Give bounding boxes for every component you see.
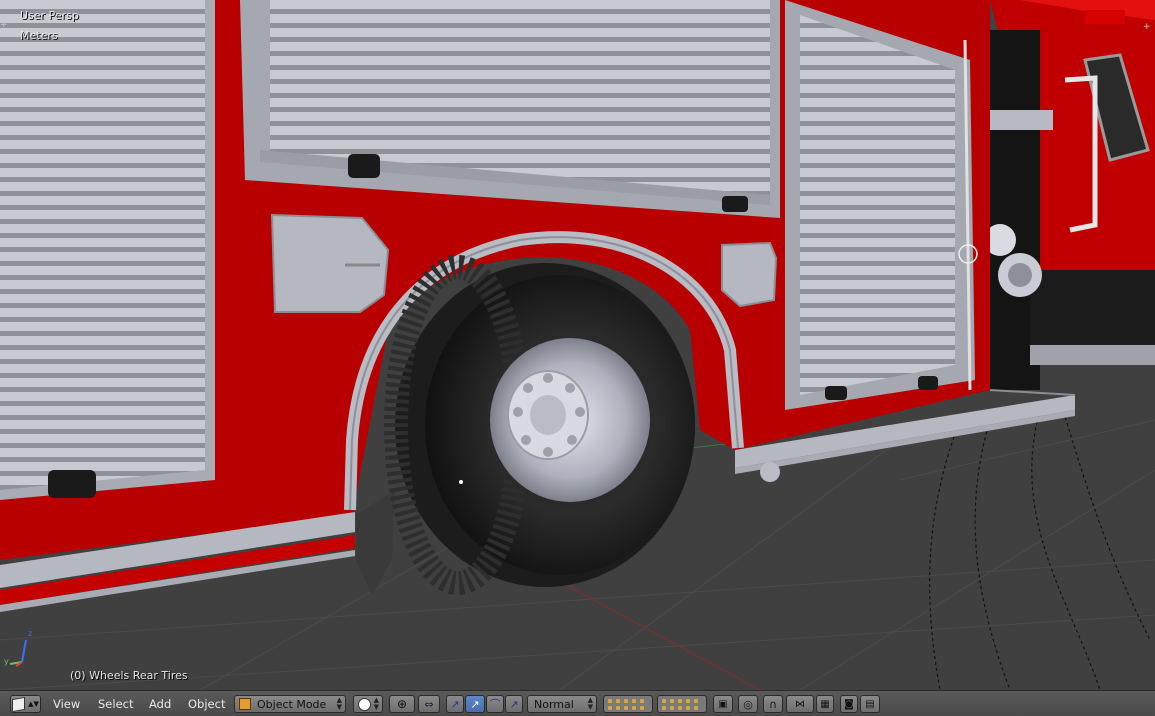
translate-manipulator-button[interactable]: ↗ [446, 695, 464, 713]
pivot-icon: ⊕ [396, 697, 408, 711]
manipulator-icon: ⇔ [424, 697, 434, 711]
lock-icon: ▣ [718, 698, 728, 710]
cube-icon [12, 696, 26, 712]
solid-shading-icon [358, 697, 371, 711]
proportional-edit-icon: ◎ [743, 697, 753, 711]
magnet-icon: ∩ [768, 697, 778, 711]
viewport-scene: z y [0, 0, 1155, 690]
units-label: Meters [20, 29, 58, 42]
translate-icon: ↗ [450, 697, 460, 711]
viewport-corner-plus-icon-right[interactable]: + [1143, 22, 1153, 32]
proportional-edit-button[interactable]: ◎ [738, 695, 758, 713]
layers-grid-2[interactable] [657, 695, 707, 713]
snap-element-icon: ⋈ [795, 698, 805, 710]
menu-view[interactable]: View [53, 696, 80, 712]
rear-tire [384, 255, 695, 595]
center-roller-door [240, 0, 780, 218]
viewport-shading-dropdown[interactable]: ▲ ▼ [353, 695, 383, 713]
editor-type-button[interactable]: ▲▼ [10, 695, 41, 713]
menu-object[interactable]: Object [188, 696, 225, 712]
snap-toggle-button[interactable]: ∩ [763, 695, 783, 713]
svg-text:y: y [4, 657, 9, 666]
render-animation-button[interactable]: ▤ [860, 695, 880, 713]
menu-add[interactable]: Add [149, 696, 171, 712]
object-mode-icon [239, 698, 251, 710]
snap-element-dropdown[interactable]: ⋈ [786, 695, 814, 713]
menu-select[interactable]: Select [98, 696, 133, 712]
pivot-point-dropdown[interactable]: ⊕ [389, 695, 415, 713]
orientation-label: Normal [534, 697, 574, 711]
truck-cab [984, 0, 1155, 390]
camera-icon: ◙ [844, 698, 854, 710]
viewport-corner-plus-icon[interactable]: + [0, 20, 8, 30]
snap-target-button[interactable]: ▦ [816, 695, 834, 713]
render-still-button[interactable]: ◙ [840, 695, 858, 713]
layers-grid-1[interactable] [603, 695, 653, 713]
mode-dropdown[interactable]: Object Mode ▲ ▼ [234, 695, 346, 713]
lock-layers-button[interactable]: ▣ [713, 695, 733, 713]
scale-icon: ↗ [509, 697, 519, 711]
svg-text:z: z [28, 629, 32, 638]
arrow-icon: ↗ [470, 697, 480, 711]
rotate-arc-button[interactable]: ⌒ [486, 695, 504, 713]
selection-info-label: (0) Wheels Rear Tires [70, 669, 188, 682]
mode-label: Object Mode [257, 697, 327, 711]
viewport-header: ▲▼ View Select Add Object Object Mode ▲ ▼… [0, 690, 1155, 716]
chevron-down-icon: ▲▼ [28, 700, 39, 708]
rotate-manipulator-button[interactable]: ↗ [465, 695, 485, 713]
dropdown-arrows-icon: ▲ ▼ [336, 696, 342, 711]
3d-viewport[interactable]: z y User Persp Meters (0) Wheels Rear Ti… [0, 0, 1155, 690]
manipulator-toggle[interactable]: ⇔ [418, 695, 440, 713]
left-roller-door [0, 0, 215, 500]
clapperboard-icon: ▤ [865, 698, 875, 710]
rotate-icon: ⌒ [489, 698, 501, 711]
view-name-label: User Persp [20, 9, 79, 22]
right-roller-door [785, 0, 975, 410]
snap-target-icon: ▦ [820, 698, 830, 710]
transform-orientation-dropdown[interactable]: Normal ▲ ▼ [527, 695, 597, 713]
scale-manipulator-button[interactable]: ↗ [505, 695, 523, 713]
access-panel-right [721, 241, 778, 308]
